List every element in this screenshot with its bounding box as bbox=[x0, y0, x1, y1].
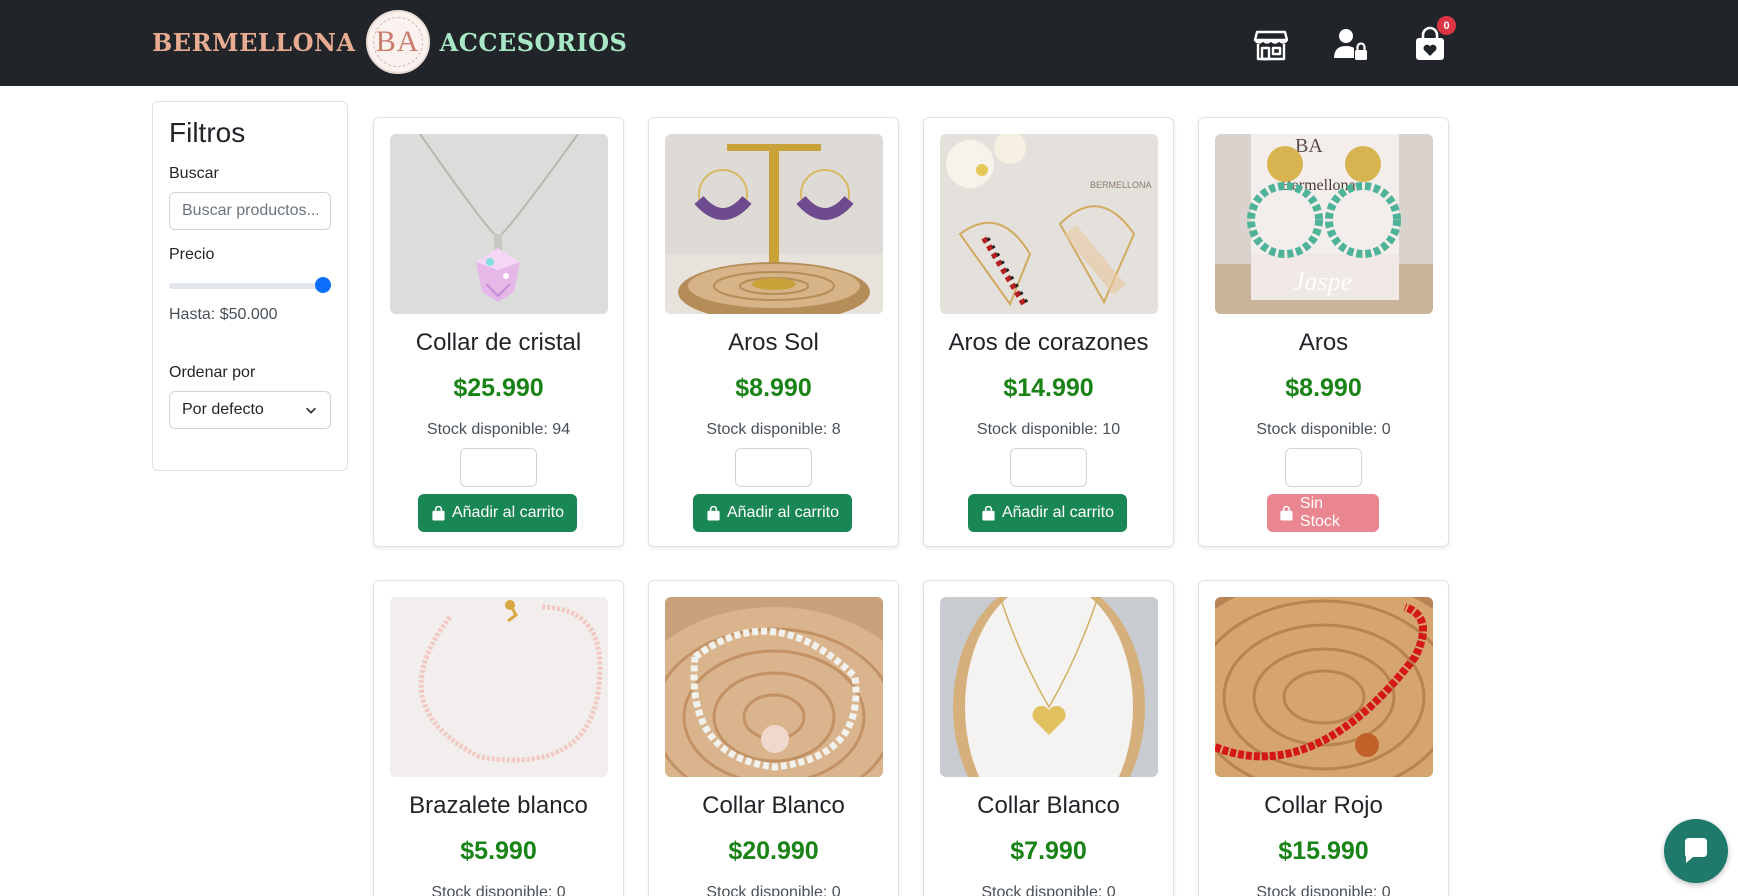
add-to-cart-button[interactable]: Añadir al carrito bbox=[418, 494, 577, 532]
brand-name-left: BERMELLONA bbox=[152, 27, 356, 57]
product-card: Collar Blanco $20.990 Stock disponible: … bbox=[648, 580, 899, 896]
quantity-input[interactable] bbox=[1010, 448, 1087, 487]
product-stock: Stock disponible: 10 bbox=[976, 421, 1121, 438]
add-to-cart-label: Añadir al carrito bbox=[726, 504, 840, 521]
shopping-bag-icon bbox=[432, 505, 445, 521]
product-card: BERMELLONA Aros de corazones $14.990 Sto… bbox=[923, 117, 1174, 547]
image-caption-text: Jaspe bbox=[1293, 267, 1352, 296]
product-card: Brazalete blanco $5.990 Stock disponible… bbox=[373, 580, 624, 896]
product-stock: Stock disponible: 8 bbox=[706, 421, 841, 438]
product-image[interactable] bbox=[665, 134, 883, 314]
filters-title: Filtros bbox=[169, 117, 246, 148]
product-name[interactable]: Aros de corazones bbox=[924, 329, 1173, 358]
shopping-bag-icon bbox=[982, 505, 995, 521]
add-to-cart-button[interactable]: Añadir al carrito bbox=[968, 494, 1127, 532]
cart-count-badge: 0 bbox=[1437, 16, 1456, 35]
product-image[interactable] bbox=[940, 597, 1158, 777]
product-card: Collar de cristal $25.990 Stock disponib… bbox=[373, 117, 624, 547]
product-name[interactable]: Aros Sol bbox=[649, 329, 898, 358]
price-slider-track bbox=[169, 282, 331, 289]
sort-select[interactable]: Por defecto bbox=[169, 390, 331, 429]
shopping-bag-icon bbox=[1280, 505, 1293, 520]
product-name[interactable]: Collar Blanco bbox=[924, 792, 1173, 821]
chat-bubble-icon[interactable] bbox=[1664, 819, 1728, 883]
add-to-cart-label: Añadir al carrito bbox=[451, 504, 565, 521]
product-image[interactable]: BERMELLONA bbox=[940, 134, 1158, 314]
product-price: $15.990 bbox=[1278, 837, 1369, 865]
product-image[interactable] bbox=[390, 134, 608, 314]
product-card: Collar Blanco $7.990 Stock disponible: 0 bbox=[923, 580, 1174, 896]
product-price: $5.990 bbox=[460, 837, 537, 865]
shopping-bag-icon bbox=[707, 505, 720, 521]
search-label: Buscar bbox=[169, 164, 219, 182]
image-watermark: BERMELLONA bbox=[1090, 180, 1152, 190]
out-of-stock-label: Sin Stock bbox=[1299, 495, 1340, 530]
out-of-stock-button[interactable]: Sin Stock bbox=[1267, 494, 1379, 532]
product-price: $8.990 bbox=[1285, 374, 1362, 402]
product-name[interactable]: Collar de cristal bbox=[374, 329, 623, 358]
product-price: $20.990 bbox=[728, 837, 819, 865]
brand-logo: BA bbox=[365, 10, 430, 74]
product-stock: Stock disponible: 94 bbox=[426, 421, 571, 438]
product-price: $14.990 bbox=[1003, 374, 1094, 402]
brand-link[interactable]: BERMELLONA BA ACCESORIOS bbox=[152, 7, 627, 77]
product-card: Aros Sol $8.990 Stock disponible: 8 Añad… bbox=[648, 117, 899, 547]
sort-selected-value: Por defecto bbox=[182, 400, 264, 418]
product-stock: Stock disponible: 0 bbox=[1256, 421, 1391, 438]
chevron-down-icon bbox=[306, 407, 316, 414]
brand-name-right: ACCESORIOS bbox=[439, 27, 628, 57]
product-name[interactable]: Collar Blanco bbox=[649, 792, 898, 821]
product-card: Collar Rojo $15.990 Stock disponible: 0 bbox=[1198, 580, 1449, 896]
price-slider-thumb[interactable] bbox=[315, 276, 331, 293]
quantity-input[interactable] bbox=[735, 448, 812, 487]
product-stock: Stock disponible: 0 bbox=[706, 884, 841, 896]
product-name[interactable]: Aros bbox=[1199, 329, 1448, 358]
product-image[interactable] bbox=[1215, 597, 1433, 777]
product-name[interactable]: Collar Rojo bbox=[1199, 792, 1448, 821]
filters-panel: Filtros Buscar Precio Hasta: $50.000 Ord… bbox=[152, 101, 348, 471]
product-image[interactable] bbox=[390, 597, 608, 777]
price-slider[interactable] bbox=[169, 276, 331, 294]
search-input[interactable] bbox=[169, 191, 331, 230]
product-stock: Stock disponible: 0 bbox=[431, 884, 566, 896]
store-icon[interactable] bbox=[1251, 24, 1291, 64]
navbar: BERMELLONA BA ACCESORIOS 0 bbox=[0, 0, 1738, 86]
add-to-cart-label: Añadir al carrito bbox=[1001, 504, 1115, 521]
product-image[interactable] bbox=[665, 597, 883, 777]
add-to-cart-button[interactable]: Añadir al carrito bbox=[693, 494, 852, 532]
price-value: Hasta: $50.000 bbox=[169, 305, 278, 323]
product-price: $8.990 bbox=[735, 374, 812, 402]
quantity-input[interactable] bbox=[1285, 448, 1362, 487]
product-price: $7.990 bbox=[1010, 837, 1087, 865]
quantity-input[interactable] bbox=[460, 448, 537, 487]
product-price: $25.990 bbox=[453, 374, 544, 402]
price-label: Precio bbox=[169, 245, 215, 263]
sort-label: Ordenar por bbox=[169, 363, 256, 381]
product-name[interactable]: Brazalete blanco bbox=[374, 792, 623, 821]
product-image[interactable]: BA Bermellona Jaspe bbox=[1215, 134, 1433, 314]
product-stock: Stock disponible: 0 bbox=[1256, 884, 1391, 896]
user-lock-icon[interactable] bbox=[1331, 24, 1371, 64]
shopping-bag-heart-icon[interactable]: 0 bbox=[1410, 16, 1456, 64]
product-stock: Stock disponible: 0 bbox=[981, 884, 1116, 896]
product-card: BA Bermellona Jaspe Aros $8.990 Stock di… bbox=[1198, 117, 1449, 547]
